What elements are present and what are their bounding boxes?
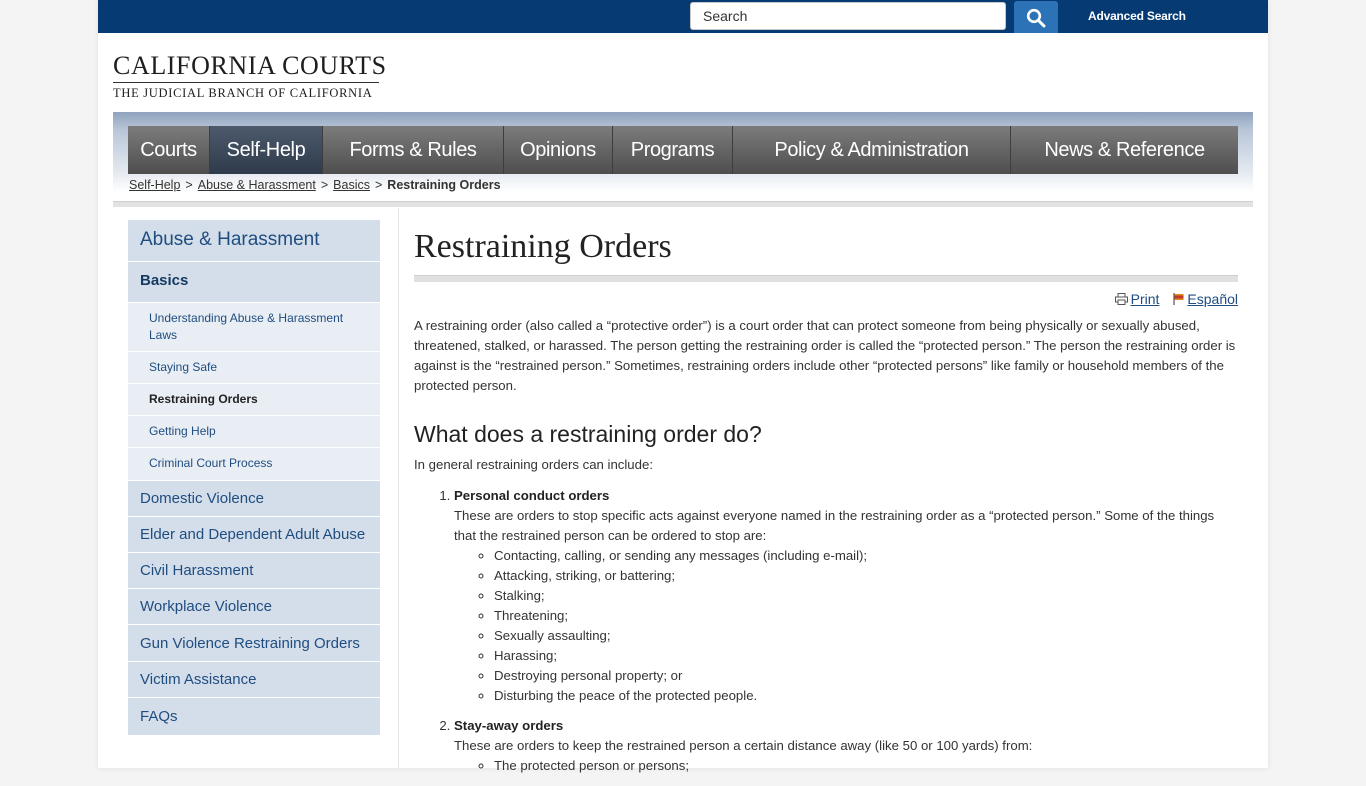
nav-news-reference[interactable]: News & Reference xyxy=(1011,126,1238,174)
list-item: Contacting, calling, or sending any mess… xyxy=(494,546,1238,566)
sidebar-item-victim-assistance[interactable]: Victim Assistance xyxy=(128,662,380,698)
list-item: Personal conduct orders These are orders… xyxy=(454,486,1238,706)
main-nav: Courts Self-Help Forms & Rules Opinions … xyxy=(128,126,1238,174)
breadcrumb-basics[interactable]: Basics xyxy=(333,178,370,192)
sidebar-nav: Abuse & Harassment Basics Understanding … xyxy=(128,220,380,735)
title-divider xyxy=(414,275,1238,282)
sidebar-item-gun-violence-orders[interactable]: Gun Violence Restraining Orders xyxy=(128,625,380,662)
nav-band: Courts Self-Help Forms & Rules Opinions … xyxy=(113,112,1253,210)
search-icon xyxy=(1026,8,1046,28)
sidebar-sub-restraining-orders[interactable]: Restraining Orders xyxy=(128,384,380,416)
nav-opinions[interactable]: Opinions xyxy=(504,126,613,174)
breadcrumb-abuse-harassment[interactable]: Abuse & Harassment xyxy=(198,178,316,192)
main-content: Restraining Orders Print Español A restra… xyxy=(414,220,1238,786)
list-item: Destroying personal property; or xyxy=(494,666,1238,686)
sidebar-sub-staying-safe[interactable]: Staying Safe xyxy=(128,352,380,384)
column-divider xyxy=(398,208,399,768)
logo-title: CALIFORNIA COURTS xyxy=(113,51,387,80)
breadcrumb-self-help[interactable]: Self-Help xyxy=(129,178,180,192)
breadcrumb-separator: > xyxy=(320,178,329,192)
list-item: Stay-away orders These are orders to kee… xyxy=(454,716,1238,776)
list-item: The protected person or persons; xyxy=(494,756,1238,776)
list-item: Disturbing the peace of the protected pe… xyxy=(494,686,1238,706)
espanol-link[interactable]: Español xyxy=(1173,291,1238,307)
order-description: These are orders to stop specific acts a… xyxy=(454,508,1215,543)
print-label: Print xyxy=(1130,291,1160,307)
list-item: Sexually assaulting; xyxy=(494,626,1238,646)
flag-icon xyxy=(1173,292,1184,308)
sidebar-item-abuse-harassment[interactable]: Abuse & Harassment xyxy=(128,220,380,262)
sidebar-sub-criminal-court-process[interactable]: Criminal Court Process xyxy=(128,448,380,481)
nav-forms-rules[interactable]: Forms & Rules xyxy=(323,126,504,174)
advanced-search-link[interactable]: Advanced Search xyxy=(1088,9,1186,23)
nav-self-help[interactable]: Self-Help xyxy=(210,126,323,174)
order-title: Personal conduct orders xyxy=(454,488,610,503)
sidebar-item-civil-harassment[interactable]: Civil Harassment xyxy=(128,553,380,589)
section-heading: What does a restraining order do? xyxy=(414,421,762,447)
sidebar-item-elder-abuse[interactable]: Elder and Dependent Adult Abuse xyxy=(128,517,380,553)
list-item: Threatening; xyxy=(494,606,1238,626)
order-title: Stay-away orders xyxy=(454,718,564,733)
order-description: These are orders to keep the restrained … xyxy=(454,738,1033,753)
page-tools: Print Español xyxy=(414,291,1238,309)
printer-icon xyxy=(1114,292,1128,308)
orders-list: Personal conduct orders These are orders… xyxy=(414,486,1238,776)
breadcrumb-separator: > xyxy=(185,178,193,192)
sidebar-sub-understanding-laws[interactable]: Understanding Abuse & Harassment Laws xyxy=(128,303,380,352)
logo-subtitle: THE JUDICIAL BRANCH OF CALIFORNIA xyxy=(113,86,373,100)
list-item: Stalking; xyxy=(494,586,1238,606)
acts-list: The protected person or persons; xyxy=(454,756,1238,776)
espanol-label: Español xyxy=(1187,291,1238,307)
search-button[interactable] xyxy=(1014,1,1058,33)
header-divider xyxy=(113,201,1253,207)
print-link[interactable]: Print xyxy=(1114,291,1160,308)
breadcrumb: Self-Help > Abuse & Harassment > Basics > Rest… xyxy=(129,178,501,192)
nav-programs[interactable]: Programs xyxy=(613,126,733,174)
sidebar-item-faqs[interactable]: FAQs xyxy=(128,698,380,735)
breadcrumb-separator: > xyxy=(374,178,383,192)
nav-policy-administration[interactable]: Policy & Administration xyxy=(733,126,1011,174)
breadcrumb-current: Restraining Orders xyxy=(387,178,501,192)
section-lead: In general restraining orders can includ… xyxy=(414,457,653,472)
top-bar: Advanced Search xyxy=(98,0,1268,33)
sidebar-sub-getting-help[interactable]: Getting Help xyxy=(128,416,380,448)
acts-list: Contacting, calling, or sending any mess… xyxy=(454,546,1238,706)
california-courts-logo[interactable]: CALIFORNIA COURTS THE JUDICIAL BRANCH OF… xyxy=(113,51,387,101)
sidebar-item-domestic-violence[interactable]: Domestic Violence xyxy=(128,481,380,517)
search-input[interactable] xyxy=(690,2,1006,30)
intro-paragraph: A restraining order (also called a “prot… xyxy=(414,318,1236,393)
page-title: Restraining Orders xyxy=(414,228,672,265)
nav-courts[interactable]: Courts xyxy=(128,126,210,174)
sidebar-item-basics[interactable]: Basics xyxy=(128,262,380,303)
logo-rule xyxy=(113,82,379,83)
list-item: Attacking, striking, or battering; xyxy=(494,566,1238,586)
sidebar-item-workplace-violence[interactable]: Workplace Violence xyxy=(128,589,380,625)
list-item: Harassing; xyxy=(494,646,1238,666)
page: Advanced Search CALIFORNIA COURTS THE JU… xyxy=(98,0,1268,773)
